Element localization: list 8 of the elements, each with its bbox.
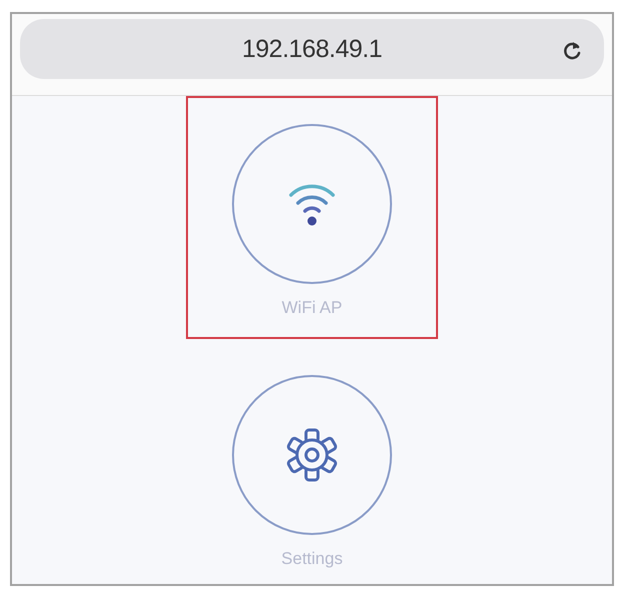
- reload-icon[interactable]: [562, 39, 582, 61]
- settings-icon: [284, 427, 340, 483]
- menu-button[interactable]: [232, 124, 392, 284]
- address-bar[interactable]: 192.168.49.1: [20, 19, 604, 79]
- url-text: 192.168.49.1: [242, 34, 382, 64]
- menu-label: Settings: [281, 549, 343, 569]
- menu-button[interactable]: [232, 375, 392, 535]
- menu-label: WiFi AP: [282, 298, 342, 318]
